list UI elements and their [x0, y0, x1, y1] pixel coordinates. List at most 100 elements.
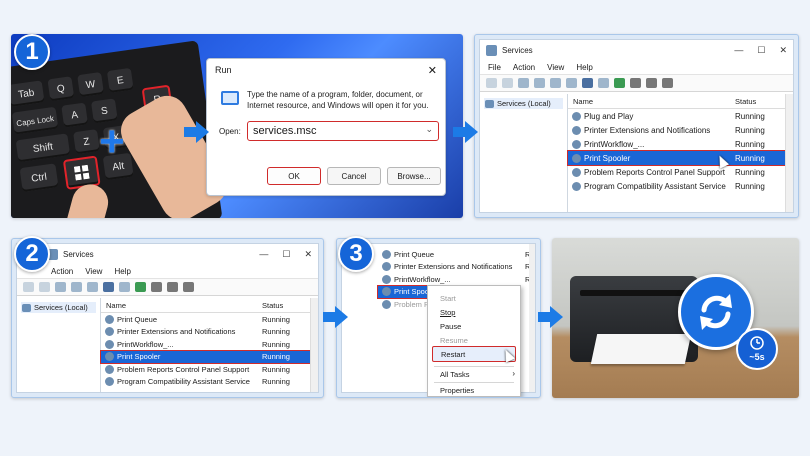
tree-pane: Services (Local) [17, 298, 101, 392]
step-2-panel: Services — ☐ ✕ Action View Help Services (… [11, 238, 324, 398]
list-item[interactable]: PrintWorkflow_... Running [101, 338, 310, 351]
list-item[interactable]: Printer Extensions and Notifications Runn… [568, 123, 785, 137]
list-icon[interactable] [534, 78, 545, 88]
key-q: Q [47, 76, 75, 102]
key-z: Z [73, 129, 100, 155]
pause-icon[interactable] [646, 78, 657, 88]
run-description: Type the name of a program, folder, docu… [247, 90, 429, 110]
list-item[interactable]: Print Queue Running [101, 313, 310, 326]
column-status[interactable]: Status [262, 301, 310, 310]
list-item[interactable]: Program Compatibility Assistant Service R… [101, 376, 310, 389]
console-icon[interactable] [55, 282, 66, 292]
forward-icon[interactable] [502, 78, 513, 88]
ok-button[interactable]: OK [267, 167, 321, 185]
minimize-icon[interactable]: — [734, 45, 743, 56]
console-icon[interactable] [518, 78, 529, 88]
back-icon[interactable] [486, 78, 497, 88]
menu-item-properties[interactable]: Properties [440, 386, 474, 395]
vertical-scrollbar[interactable] [785, 94, 793, 212]
services-tree-icon [22, 304, 31, 313]
list-item-print-spooler[interactable]: Print Spooler Running [567, 150, 786, 166]
forward-icon[interactable] [39, 282, 50, 292]
restart-icon[interactable] [662, 78, 673, 88]
close-icon[interactable]: ✕ [428, 64, 437, 77]
start-icon[interactable] [614, 78, 625, 88]
tree-item-services-local[interactable]: Services (Local) [484, 98, 563, 110]
services-menubar: Action View Help [17, 264, 318, 278]
list-header: Name Status [101, 298, 310, 313]
menu-separator [434, 366, 514, 367]
list-item[interactable]: Print Queue R [378, 248, 535, 261]
list-item[interactable]: Plug and Play Running [568, 109, 785, 123]
restart-icon[interactable] [183, 282, 194, 292]
services-titlebar: Services — ☐ ✕ [480, 40, 793, 60]
windows-logo-icon [73, 164, 90, 181]
service-icon [382, 274, 391, 284]
browse-button[interactable]: Browse... [387, 167, 441, 185]
vertical-scrollbar[interactable] [310, 298, 318, 392]
export-icon[interactable] [566, 78, 577, 88]
properties-icon[interactable] [119, 282, 130, 292]
minimize-icon[interactable]: — [259, 249, 268, 260]
help-icon[interactable] [582, 78, 593, 88]
menu-item-stop[interactable]: Stop [440, 308, 455, 317]
list-item-print-spooler[interactable]: Print Spooler [377, 284, 433, 299]
close-icon[interactable]: ✕ [779, 45, 787, 56]
service-icon [572, 125, 581, 135]
menu-view[interactable]: View [85, 267, 102, 276]
services-window-step-2: Services — ☐ ✕ Action View Help Services (… [16, 243, 319, 393]
list-item[interactable]: Program Compatibility Assistant Service R… [568, 179, 785, 193]
back-icon[interactable] [23, 282, 34, 292]
column-name[interactable]: Name [101, 301, 262, 310]
stop-icon[interactable] [630, 78, 641, 88]
menu-help[interactable]: Help [576, 63, 592, 72]
open-input[interactable]: services.msc ⌄ [247, 121, 439, 141]
open-input-value: services.msc [253, 125, 317, 137]
menu-help[interactable]: Help [114, 267, 130, 276]
menu-item-start[interactable]: Start [440, 294, 456, 303]
run-dialog: Run ✕ Type the name of a program, folder… [206, 58, 446, 196]
list-item[interactable]: PrintWorkflow_... Running [568, 137, 785, 151]
list-item[interactable]: PrintWorkflow_... R [378, 273, 535, 286]
services-titlebar: Services — ☐ ✕ [17, 244, 318, 264]
refresh-arrows-icon [700, 294, 732, 330]
refresh-icon[interactable] [87, 282, 98, 292]
menu-action[interactable]: Action [513, 63, 535, 72]
menu-item-all-tasks[interactable]: All Tasks [440, 370, 469, 379]
service-icon [105, 364, 114, 374]
menu-item-pause[interactable]: Pause [440, 322, 461, 331]
menu-file[interactable]: File [488, 63, 501, 72]
menu-view[interactable]: View [547, 63, 564, 72]
maximize-icon[interactable]: ☐ [757, 45, 765, 56]
menu-action[interactable]: Action [51, 267, 73, 276]
tree-item-services-local[interactable]: Services (Local) [21, 302, 96, 314]
list-item[interactable]: Printer Extensions and Notifications Runn… [101, 326, 310, 339]
column-name[interactable]: Name [568, 97, 735, 106]
context-menu: Start Stop Pause Resume Restart All Task… [427, 285, 521, 397]
menu-item-resume[interactable]: Resume [440, 336, 468, 345]
run-dialog-title: Run [215, 65, 232, 75]
list-item[interactable]: Printer Extensions and Notifications R [378, 261, 535, 274]
maximize-icon[interactable]: ☐ [282, 249, 290, 260]
vertical-scrollbar[interactable] [529, 244, 535, 392]
properties-icon[interactable] [598, 78, 609, 88]
list-item[interactable]: Problem Reports Control Panel Support Run… [101, 363, 310, 376]
column-status[interactable]: Status [735, 97, 785, 106]
chevron-down-icon[interactable]: ⌄ [425, 124, 433, 135]
services-window: Services — ☐ ✕ File Action View Help Servi… [479, 39, 794, 213]
list-item-print-spooler[interactable]: Print Spooler Running [100, 349, 311, 364]
timer-label: ~5s [749, 352, 765, 362]
stop-icon[interactable] [151, 282, 162, 292]
list-item[interactable]: Problem Reports Control Panel Support Run… [568, 165, 785, 179]
cancel-button[interactable]: Cancel [327, 167, 381, 185]
start-icon[interactable] [135, 282, 146, 292]
refresh-icon[interactable] [550, 78, 561, 88]
service-icon [105, 339, 114, 349]
pause-icon[interactable] [167, 282, 178, 292]
help-icon[interactable] [103, 282, 114, 292]
menu-separator [434, 382, 514, 383]
service-icon [572, 139, 581, 149]
service-icon [382, 299, 391, 309]
list-icon[interactable] [71, 282, 82, 292]
close-icon[interactable]: ✕ [304, 249, 312, 260]
